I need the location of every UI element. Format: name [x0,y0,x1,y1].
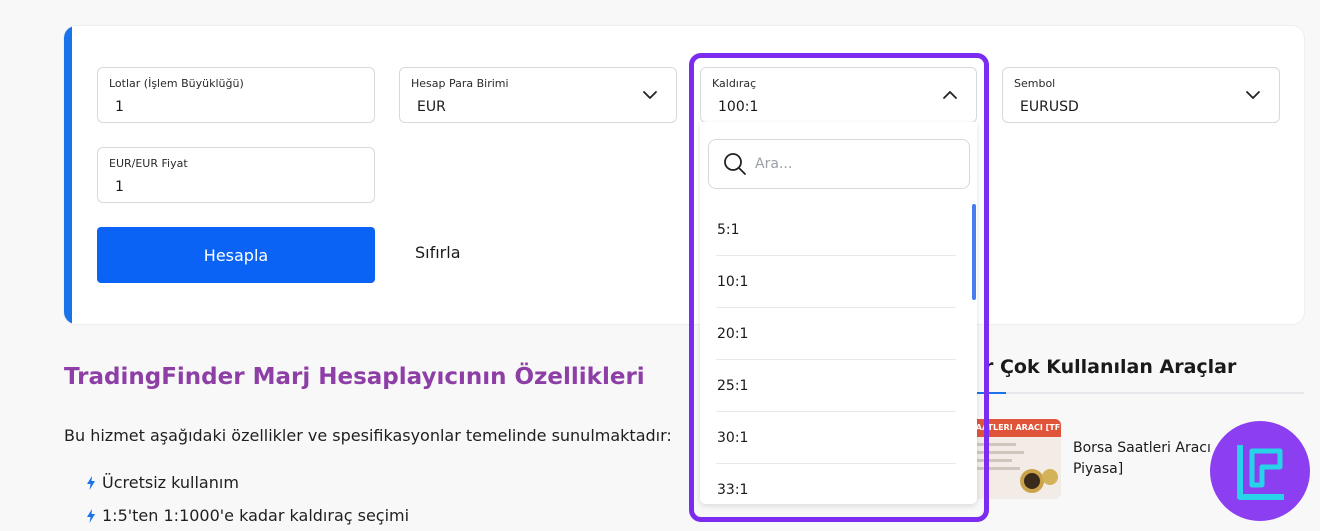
feature-item: 1:5'ten 1:1000'e kadar kaldıraç seçimi [86,506,409,525]
lightning-icon [87,475,95,490]
popular-tools-title: r Çok Kullanılan Araçlar [984,356,1237,378]
option-label: 5:1 [717,222,740,238]
section-intro: Bu hizmet aşağıdaki özellikler ve spesif… [64,426,672,445]
title-underline [970,392,1304,394]
logo-mark [1237,445,1284,500]
option-label: 30:1 [717,430,749,446]
leverage-dropdown-panel[interactable]: Ara... 5:1 10:1 20:1 25:1 30:1 33:1 [700,122,977,504]
tool-thumbnail[interactable]: SAATLERI ARACI [TFL [970,419,1061,499]
symbol-value: EURUSD [1020,99,1079,115]
leverage-label: Kaldıraç [712,77,757,90]
option-label: 33:1 [717,482,749,498]
tradingfinder-logo-icon [1210,421,1310,521]
lots-field[interactable]: Lotlar (İşlem Büyüklüğü) 1 [97,67,375,123]
chevron-down-icon [1246,91,1260,99]
symbol-label: Sembol [1014,77,1056,90]
account-currency-label: Hesap Para Birimi [411,77,509,90]
leverage-option[interactable]: 10:1 [716,256,956,308]
reset-button[interactable]: Sıfırla [415,243,461,262]
price-field[interactable]: EUR/EUR Fiyat 1 [97,147,375,203]
option-label: 10:1 [717,274,749,290]
option-label: 20:1 [717,326,749,342]
feature-text: Ücretsiz kullanım [102,473,239,492]
feature-item: Ücretsiz kullanım [86,473,239,492]
chevron-down-icon [643,91,657,99]
lots-value: 1 [115,99,124,115]
leverage-option[interactable]: 33:1 [716,464,956,504]
leverage-value: 100:1 [718,99,759,115]
option-label: 25:1 [717,378,749,394]
feature-text: 1:5'ten 1:1000'e kadar kaldıraç seçimi [102,506,410,525]
account-currency-value: EUR [417,99,446,115]
leverage-option[interactable]: 30:1 [716,412,956,464]
symbol-select[interactable]: Sembol EURUSD [1002,67,1280,123]
account-currency-select[interactable]: Hesap Para Birimi EUR [399,67,677,123]
card-accent-bar [64,26,72,324]
search-placeholder: Ara... [755,156,793,172]
tool-name-link[interactable]: Borsa Saatleri Aracı Piyasa] [1073,438,1233,480]
leverage-option[interactable]: 20:1 [716,308,956,360]
leverage-option[interactable]: 25:1 [716,360,956,412]
tool-thumbnail-header: SAATLERI ARACI [TFL [970,419,1061,437]
price-label: EUR/EUR Fiyat [109,157,188,170]
leverage-select[interactable]: Kaldıraç 100:1 [700,67,977,123]
tool-thumbnail-graphic [976,443,1058,493]
lightning-icon [87,508,95,523]
chevron-up-icon [943,91,957,99]
leverage-option[interactable]: 5:1 [716,204,956,256]
section-heading: TradingFinder Marj Hesaplayıcının Özelli… [64,364,645,390]
dropdown-scrollbar[interactable] [972,204,976,300]
search-icon [724,153,746,175]
price-value: 1 [115,179,124,195]
lots-label: Lotlar (İşlem Büyüklüğü) [109,77,244,90]
calculate-button[interactable]: Hesapla [97,227,375,283]
dropdown-search-input[interactable]: Ara... [708,139,970,189]
